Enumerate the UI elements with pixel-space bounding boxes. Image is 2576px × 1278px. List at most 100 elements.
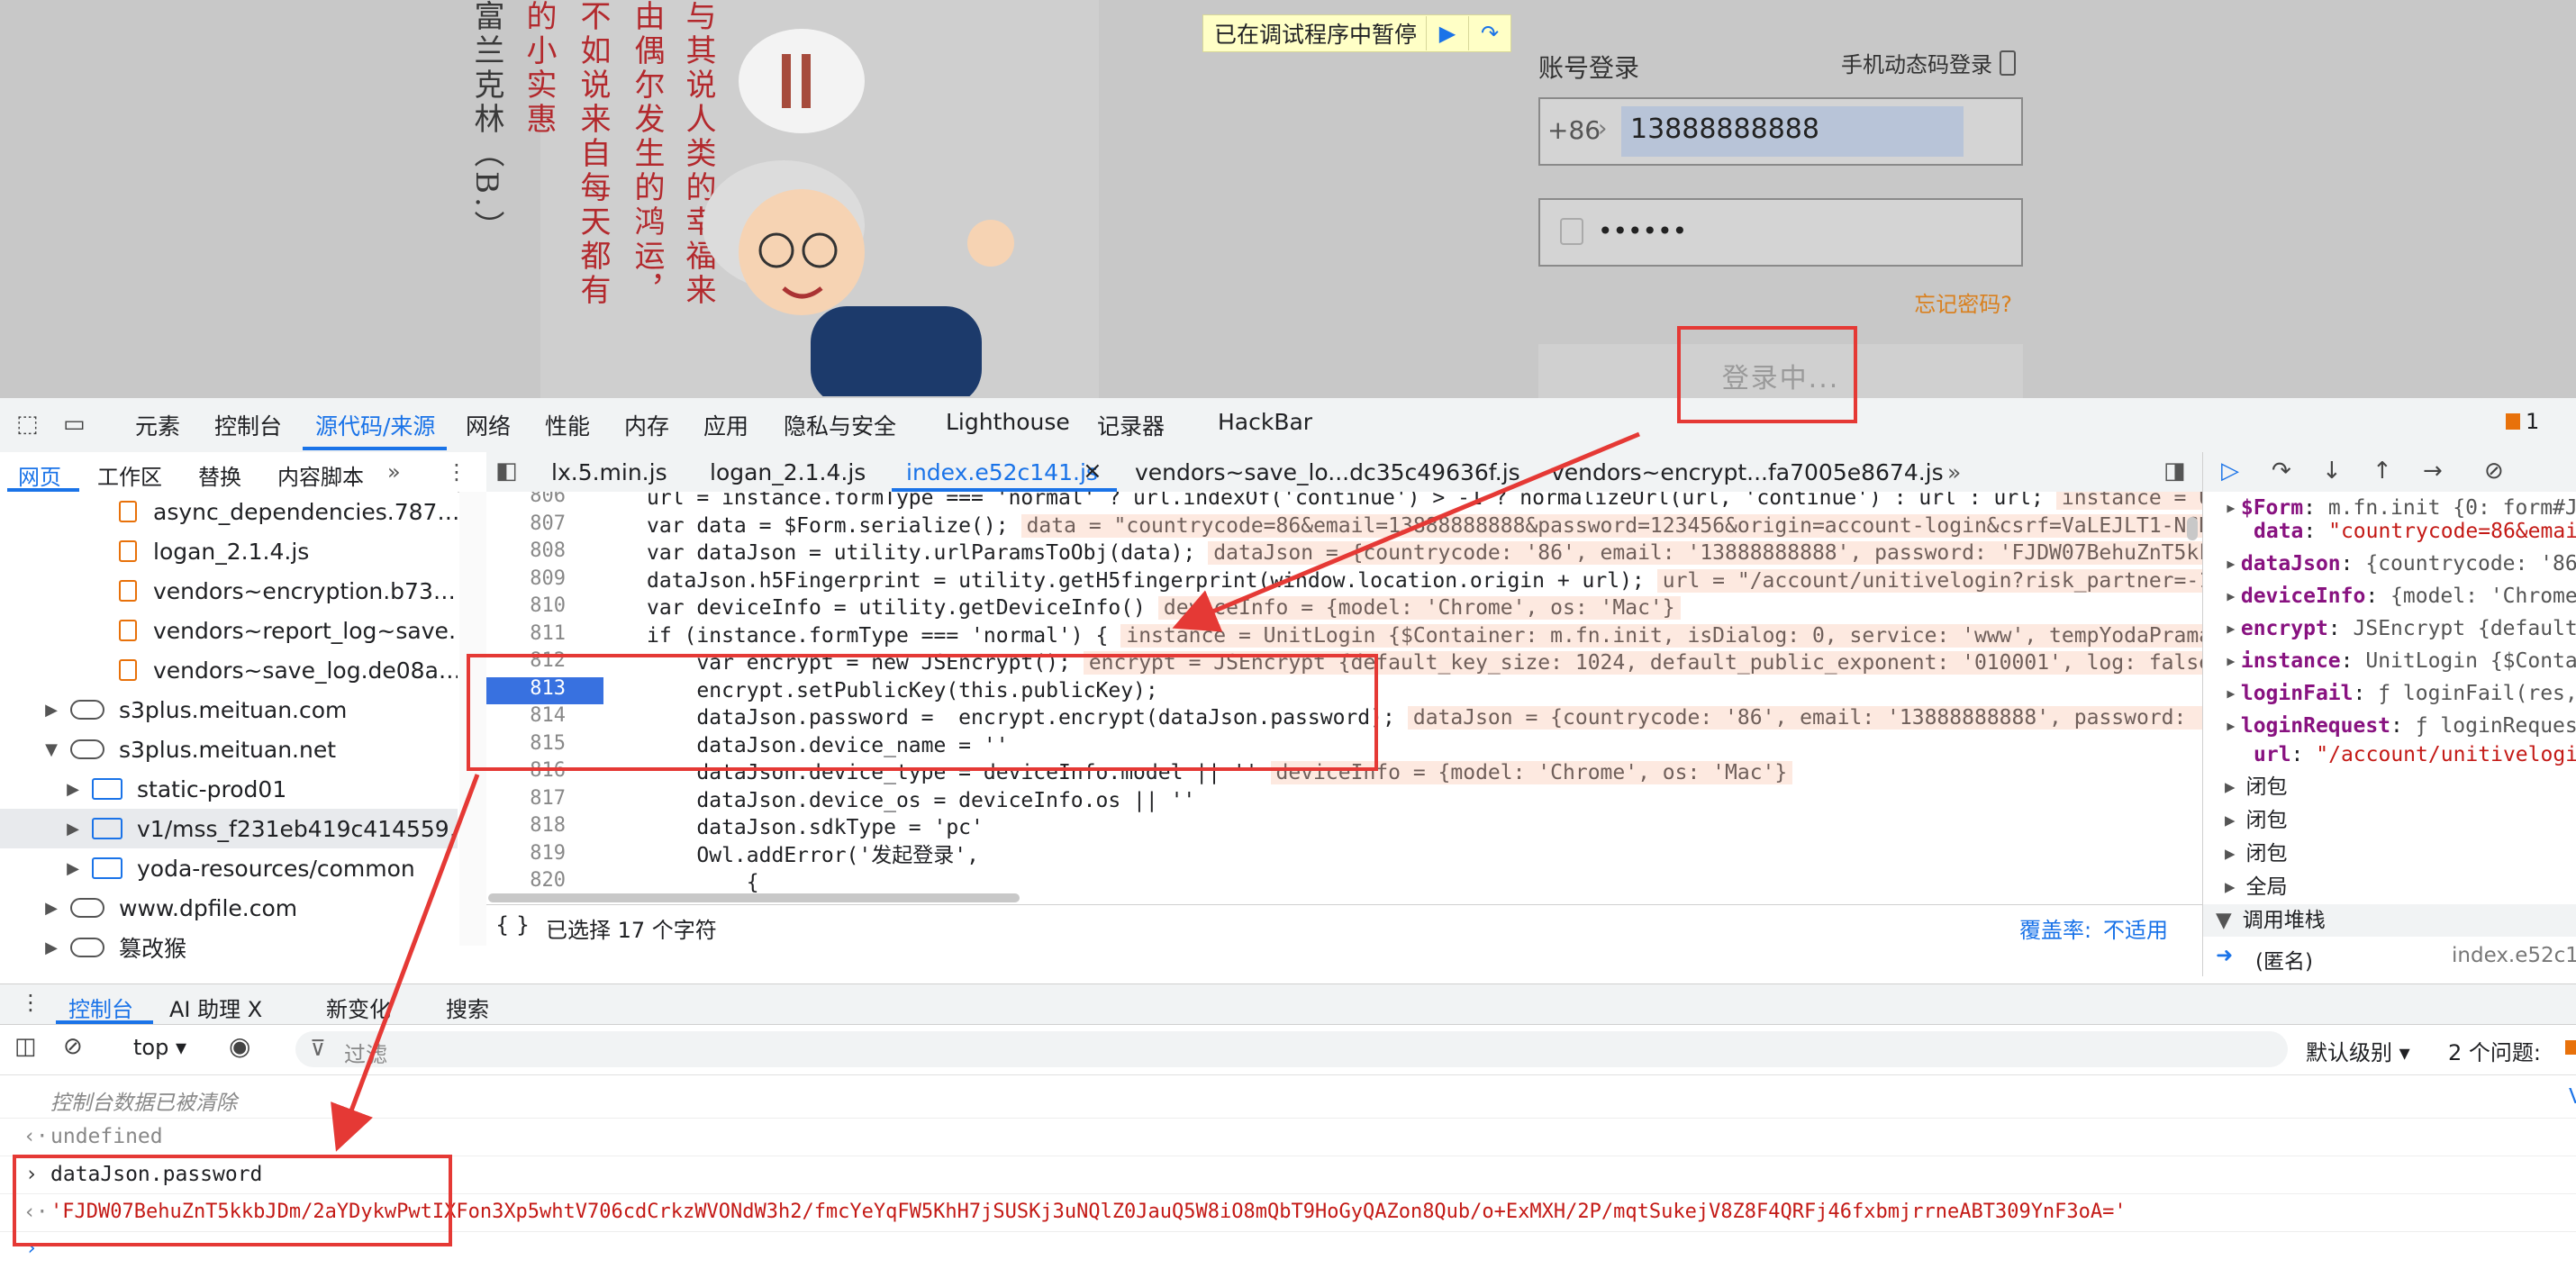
context-selector[interactable]: top ▾ [133,1035,186,1060]
more-tabs-icon[interactable]: » [387,459,401,485]
tab-recorder[interactable]: 记录器 [1097,409,1165,441]
pretty-print-icon[interactable]: { } [495,912,530,938]
line-number[interactable]: 820 [486,869,603,897]
editor-tab[interactable]: logan_2.1.4.js [710,459,866,485]
step-over-icon[interactable]: ↷ [1468,16,1510,50]
frame-location[interactable]: index.e52c14 [2452,944,2576,967]
toggle-debugger-icon[interactable]: ◨ [2163,458,2186,485]
sidebar-toggle-icon[interactable]: ◫ [14,1033,37,1060]
drawer-tab-console[interactable]: 控制台 [68,992,133,1023]
tab-performance[interactable]: 性能 [545,409,590,441]
more-tabs-icon[interactable]: » [1947,459,1961,485]
forgot-password-link[interactable]: 忘记密码? [1914,286,2012,318]
line-number[interactable]: 817 [486,787,603,815]
tab-privacy-security[interactable]: 隐私与安全 [784,409,896,441]
device-toolbar-icon[interactable]: ▭ [63,411,86,438]
line-number[interactable]: 809 [486,567,603,595]
scope-section[interactable]: ▸闭包 [2203,771,2576,803]
tree-item[interactable]: ▶www.dpfile.com [0,888,458,928]
line-number[interactable]: 818 [486,814,603,842]
nav-tab-content-scripts[interactable]: 内容脚本 [277,459,364,491]
close-tab-icon[interactable]: × [1083,458,1102,485]
vertical-scrollbar[interactable] [2187,517,2198,540]
step-over-icon[interactable]: ↷ [2272,458,2291,485]
console-filter-input[interactable]: ⊽ 过滤 [295,1031,2288,1067]
expand-arrow-icon[interactable]: ▶ [41,899,61,918]
nav-tab-workspace[interactable]: 工作区 [97,459,162,491]
sms-login-link[interactable]: 手机动态码登录 [1841,47,2016,78]
expand-arrow-icon[interactable]: ▶ [41,938,61,957]
step-into-icon[interactable]: ↓ [2322,458,2342,485]
country-code[interactable]: +86 [1547,115,1601,145]
tree-item[interactable]: vendors~encryption.b73… [0,571,458,611]
editor-tab[interactable]: vendors~encrypt...fa7005e8674.js [1551,459,1944,485]
expand-arrow-icon[interactable]: ▶ [41,701,61,720]
tree-item[interactable]: ▼s3plus.meituan.net [0,730,458,769]
editor-tab[interactable]: lx.5.min.js [551,459,667,485]
line-number[interactable]: 810 [486,594,603,622]
tab-console[interactable]: 控制台 [214,409,282,441]
source-link[interactable]: V [2569,1085,2576,1109]
toggle-navigator-icon[interactable]: ◧ [495,458,518,485]
scope-row[interactable]: ▸loginFail: ƒ loginFail(res, [2203,677,2576,710]
more-options-icon[interactable]: ⋮ [446,459,467,485]
tab-hackbar[interactable]: HackBar [1218,409,1312,435]
coverage-value[interactable]: 不适用 [2103,912,2168,944]
tab-elements[interactable]: 元素 [135,409,180,441]
horizontal-scrollbar[interactable] [488,893,1020,902]
tree-item[interactable]: ▶s3plus.meituan.com [0,690,458,730]
nav-tab-overrides[interactable]: 替换 [198,459,241,491]
scope-row[interactable]: ▸loginRequest: ƒ loginRequest [2203,710,2576,742]
tab-memory[interactable]: 内存 [624,409,669,441]
tab-lighthouse[interactable]: Lighthouse [946,409,1070,435]
expand-arrow-icon[interactable]: ▶ [63,780,83,799]
issues-badge[interactable]: 1 [2506,409,2539,434]
nav-tab-page[interactable]: 网页 [18,459,61,491]
tab-sources[interactable]: 源代码/来源 [315,409,435,441]
tree-item[interactable]: ▶static-prod01 [0,769,458,809]
line-number[interactable]: 819 [486,842,603,870]
callstack-header[interactable]: ▼调用堆栈 [2203,904,2576,937]
log-level-dropdown[interactable]: 默认级别 ▾ [2306,1035,2410,1066]
drawer-tab-search[interactable]: 搜索 [446,992,489,1023]
eye-icon[interactable]: ◉ [229,1031,250,1061]
drawer-menu-icon[interactable]: ⋮ [20,990,41,1015]
scope-row[interactable]: ▸instance: UnitLogin {$Conta [2203,645,2576,677]
line-number[interactable]: 811 [486,622,603,650]
line-number[interactable]: 806 [486,492,603,512]
scope-row[interactable]: ▸encrypt: JSEncrypt {default [2203,612,2576,645]
password-field[interactable]: •••••• [1538,198,2023,267]
drawer-tab-whats-new[interactable]: 新变化 [326,992,391,1023]
tree-item[interactable]: logan_2.1.4.js [0,531,458,571]
inspect-element-icon[interactable]: ⬚ [16,411,39,438]
tree-item[interactable]: ▶yoda-resources/common [0,848,458,888]
line-number[interactable]: 807 [486,512,603,540]
editor-tab[interactable]: vendors~save_lo...dc35c49636f.js [1135,459,1520,485]
deactivate-breakpoints-icon[interactable]: ⊘ [2484,458,2504,485]
resume-icon[interactable]: ▶ [1426,16,1468,50]
tree-item-selected[interactable]: ▶v1/mss_f231eb419c414559… [0,809,458,848]
scope-section[interactable]: ▸闭包 [2203,838,2576,870]
tree-item[interactable]: async_dependencies.787… [0,492,458,531]
callstack-frame[interactable]: ➜ (匿名) index.e52c14 [2202,938,2576,976]
scope-row[interactable]: ▸deviceInfo: {model: 'Chrome [2203,580,2576,612]
tree-item[interactable]: ▶篡改猴 [0,928,458,967]
issues-counter[interactable]: 2 个问题: [2448,1035,2541,1066]
tree-item[interactable]: vendors~save_log.de08a… [0,650,458,690]
tab-application[interactable]: 应用 [703,409,748,441]
line-number[interactable]: 808 [486,539,603,567]
scope-row[interactable]: data: "countrycode=86&email [2203,515,2576,548]
expand-arrow-icon[interactable]: ▶ [63,820,83,838]
collapse-arrow-icon[interactable]: ▼ [41,740,61,759]
phone-field[interactable]: +86 › 13888888888 [1538,97,2023,166]
scope-row[interactable]: ▸dataJson: {countrycode: '86 [2203,548,2576,580]
scope-section[interactable]: ▸全局 [2203,871,2576,903]
scope-section[interactable]: ▸闭包 [2203,804,2576,837]
step-out-icon[interactable]: ↑ [2372,458,2392,485]
clear-console-icon[interactable]: ⊘ [63,1033,83,1060]
resume-icon[interactable]: ▷ [2221,458,2239,485]
scope-row[interactable]: url: "/account/unitivelogin [2203,739,2576,771]
tab-network[interactable]: 网络 [466,409,511,441]
drawer-tab-ai-assistant[interactable]: AI 助理 Ⅹ [169,992,262,1023]
editor-tab-active[interactable]: index.e52c141.js [906,459,1098,485]
